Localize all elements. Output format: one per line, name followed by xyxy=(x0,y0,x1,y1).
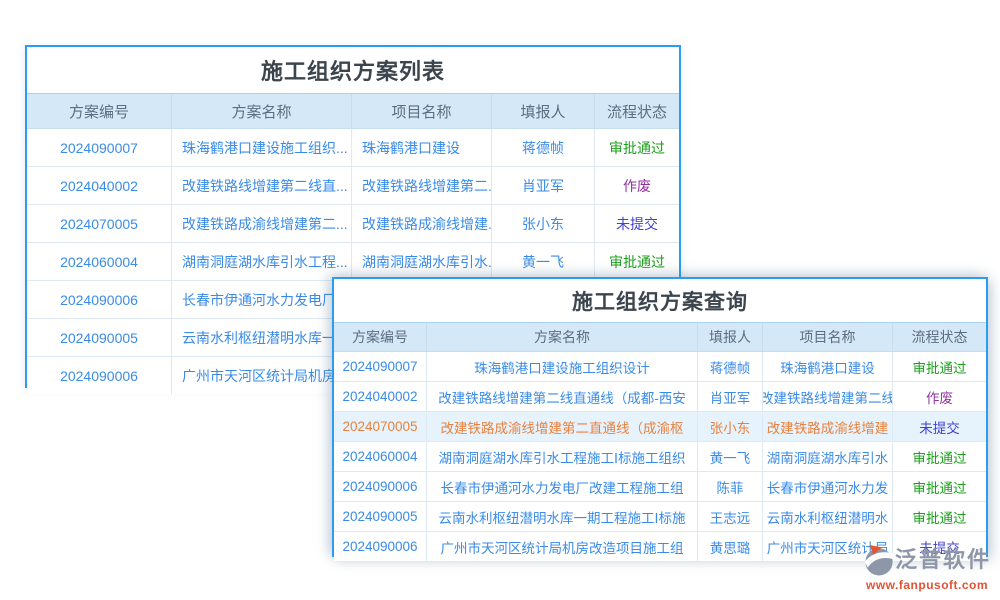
window-title: 施工组织方案查询 xyxy=(334,279,986,322)
cell-project: 长春市伊通河水力发 xyxy=(763,472,893,501)
cell-status: 审批通过 xyxy=(893,352,986,381)
cell-person: 黄一飞 xyxy=(698,442,763,471)
cell-code: 2024090007 xyxy=(334,352,427,381)
cell-status: 审批通过 xyxy=(595,129,679,166)
cell-plan: 湖南洞庭湖水库引水工程施工Ⅰ标施工组织 xyxy=(427,442,698,471)
cell-plan: 改建铁路成渝线增建第二... xyxy=(172,205,352,242)
cell-code: 2024090006 xyxy=(27,357,172,394)
header-cell-project[interactable]: 项目名称 xyxy=(763,323,893,351)
cell-code: 2024090006 xyxy=(334,472,427,501)
cell-person: 蒋德帧 xyxy=(698,352,763,381)
table-row[interactable]: 2024070005改建铁路成渝线增建第二...改建铁路成渝线增建...张小东未… xyxy=(27,205,679,243)
header-cell-code[interactable]: 方案编号 xyxy=(334,323,427,351)
cell-status: 审批通过 xyxy=(893,472,986,501)
header-cell-code[interactable]: 方案编号 xyxy=(27,94,172,128)
table-row[interactable]: 2024070005改建铁路成渝线增建第二直通线（成渝枢张小东改建铁路成渝线增建… xyxy=(334,412,986,442)
cell-plan: 珠海鹤港口建设施工组织设计 xyxy=(427,352,698,381)
table-row[interactable]: 2024090006长春市伊通河水力发电厂改建工程施工组陈菲长春市伊通河水力发审… xyxy=(334,472,986,502)
cell-code: 2024070005 xyxy=(334,412,427,441)
window-title: 施工组织方案列表 xyxy=(27,47,679,93)
cell-project: 改建铁路线增建第二线 xyxy=(763,382,893,411)
plan-query-window: 施工组织方案查询 方案编号 方案名称 填报人 项目名称 流程状态 2024090… xyxy=(332,277,988,557)
header-cell-status[interactable]: 流程状态 xyxy=(893,323,986,351)
cell-person: 陈菲 xyxy=(698,472,763,501)
cell-plan: 湖南洞庭湖水库引水工程... xyxy=(172,243,352,280)
cell-status: 未提交 xyxy=(595,205,679,242)
table-header: 方案编号 方案名称 填报人 项目名称 流程状态 xyxy=(334,322,986,352)
cell-plan: 云南水利枢纽潜明水库一... xyxy=(172,319,352,356)
cell-project: 湖南洞庭湖水库引水 xyxy=(763,442,893,471)
cell-status: 审批通过 xyxy=(893,442,986,471)
brand-watermark: 泛普软件 www.fanpusoft.com xyxy=(864,544,992,592)
cell-project: 云南水利枢纽潜明水 xyxy=(763,502,893,531)
header-cell-person[interactable]: 填报人 xyxy=(492,94,595,128)
cell-status: 审批通过 xyxy=(595,243,679,280)
cell-status: 审批通过 xyxy=(893,502,986,531)
brand-url: www.fanpusoft.com xyxy=(866,578,992,592)
cell-plan: 长春市伊通河水力发电厂... xyxy=(172,281,352,318)
cell-code: 2024090007 xyxy=(27,129,172,166)
brand-name: 泛普软件 xyxy=(895,549,991,571)
cell-person: 肖亚军 xyxy=(698,382,763,411)
cell-person: 张小东 xyxy=(492,205,595,242)
cell-project: 湖南洞庭湖水库引水... xyxy=(352,243,492,280)
cell-project: 改建铁路成渝线增建... xyxy=(352,205,492,242)
cell-plan: 改建铁路线增建第二线直... xyxy=(172,167,352,204)
table-row[interactable]: 2024040002改建铁路线增建第二线直通线（成都-西安肖亚军改建铁路线增建第… xyxy=(334,382,986,412)
table-row[interactable]: 2024090007珠海鹤港口建设施工组织设计蒋德帧珠海鹤港口建设审批通过 xyxy=(334,352,986,382)
cell-status: 作废 xyxy=(893,382,986,411)
table-body: 2024090007珠海鹤港口建设施工组织设计蒋德帧珠海鹤港口建设审批通过202… xyxy=(334,352,986,561)
cell-status: 未提交 xyxy=(893,412,986,441)
table-row[interactable]: 2024060004湖南洞庭湖水库引水工程...湖南洞庭湖水库引水...黄一飞审… xyxy=(27,243,679,281)
cell-plan: 珠海鹤港口建设施工组织... xyxy=(172,129,352,166)
cell-person: 王志远 xyxy=(698,502,763,531)
table-row[interactable]: 2024060004湖南洞庭湖水库引水工程施工Ⅰ标施工组织黄一飞湖南洞庭湖水库引… xyxy=(334,442,986,472)
cell-code: 2024070005 xyxy=(27,205,172,242)
cell-plan: 广州市天河区统计局机房改造项目施工组 xyxy=(427,532,698,561)
header-cell-project[interactable]: 项目名称 xyxy=(352,94,492,128)
cell-plan: 云南水利枢纽潜明水库一期工程施工Ⅰ标施 xyxy=(427,502,698,531)
cell-code: 2024090005 xyxy=(27,319,172,356)
cell-code: 2024040002 xyxy=(334,382,427,411)
cell-project: 改建铁路线增建第二... xyxy=(352,167,492,204)
cell-person: 蒋德帧 xyxy=(492,129,595,166)
cell-person: 张小东 xyxy=(698,412,763,441)
header-cell-person[interactable]: 填报人 xyxy=(698,323,763,351)
cell-code: 2024090005 xyxy=(334,502,427,531)
cell-project: 珠海鹤港口建设 xyxy=(763,352,893,381)
cell-code: 2024090006 xyxy=(334,532,427,561)
cell-plan: 长春市伊通河水力发电厂改建工程施工组 xyxy=(427,472,698,501)
cell-code: 2024090006 xyxy=(27,281,172,318)
cell-plan: 改建铁路成渝线增建第二直通线（成渝枢 xyxy=(427,412,698,441)
cell-plan: 改建铁路线增建第二线直通线（成都-西安 xyxy=(427,382,698,411)
table-row[interactable]: 2024090007珠海鹤港口建设施工组织...珠海鹤港口建设蒋德帧审批通过 xyxy=(27,129,679,167)
cell-person: 黄一飞 xyxy=(492,243,595,280)
table-row[interactable]: 2024090005云南水利枢纽潜明水库一期工程施工Ⅰ标施王志远云南水利枢纽潜明… xyxy=(334,502,986,532)
table-row[interactable]: 2024040002改建铁路线增建第二线直...改建铁路线增建第二...肖亚军作… xyxy=(27,167,679,205)
header-cell-status[interactable]: 流程状态 xyxy=(595,94,679,128)
cell-person: 肖亚军 xyxy=(492,167,595,204)
cell-code: 2024060004 xyxy=(27,243,172,280)
header-cell-plan[interactable]: 方案名称 xyxy=(427,323,698,351)
cell-code: 2024040002 xyxy=(27,167,172,204)
header-cell-plan[interactable]: 方案名称 xyxy=(172,94,352,128)
cell-project: 珠海鹤港口建设 xyxy=(352,129,492,166)
cell-person: 黄思璐 xyxy=(698,532,763,561)
cell-code: 2024060004 xyxy=(334,442,427,471)
cell-status: 作废 xyxy=(595,167,679,204)
cell-project: 改建铁路成渝线增建 xyxy=(763,412,893,441)
fanpu-logo-icon xyxy=(864,544,894,576)
cell-plan: 广州市天河区统计局机房... xyxy=(172,357,352,394)
table-header: 方案编号 方案名称 项目名称 填报人 流程状态 xyxy=(27,93,679,129)
